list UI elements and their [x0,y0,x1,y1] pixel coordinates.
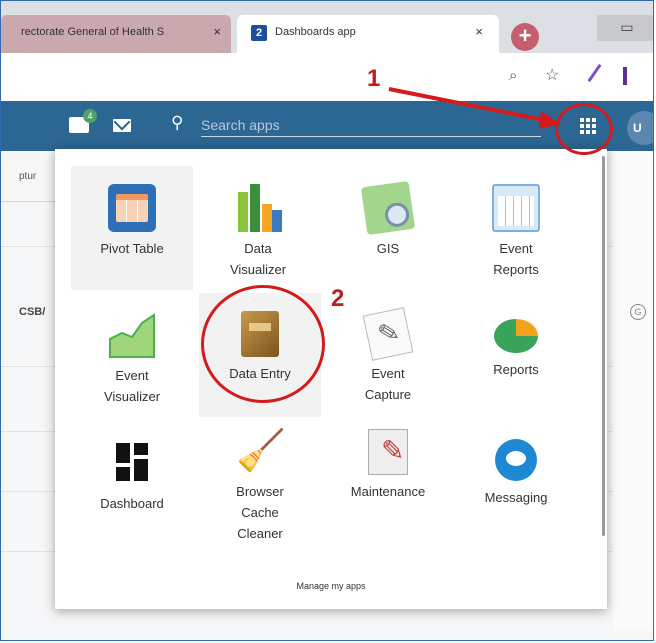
annotation-arrow [388,87,561,129]
annotation-step-1: 1 [367,65,381,92]
screenshot-frame: rectorate General of Health S × 2 Dashbo… [0,0,654,641]
annotation-circle-data-entry [201,285,325,403]
annotation-step-2: 2 [331,285,345,312]
annotation-circle-apps [555,103,613,155]
